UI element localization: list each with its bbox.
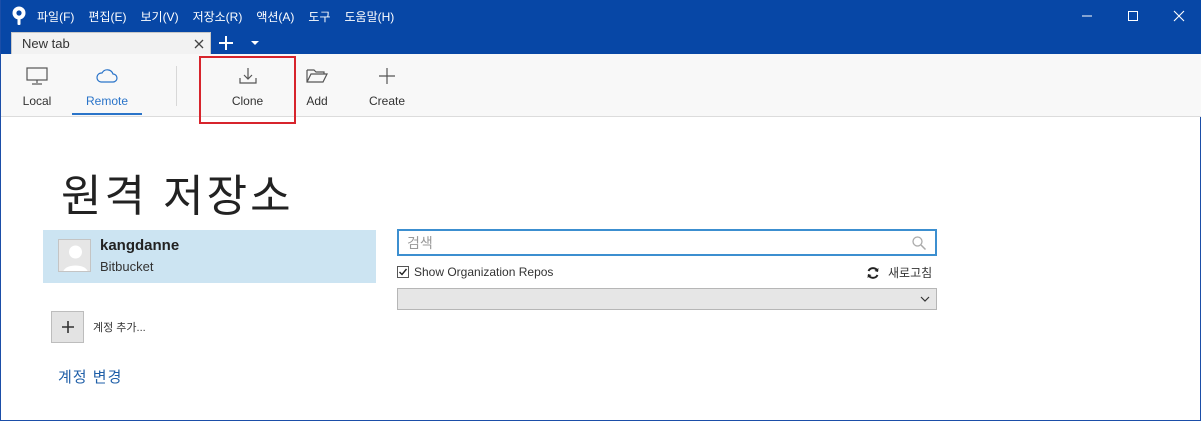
menu-view[interactable]: 보기(V) bbox=[140, 8, 178, 25]
menu-edit[interactable]: 편집(E) bbox=[88, 8, 126, 25]
close-window-button[interactable] bbox=[1156, 0, 1201, 32]
refresh-icon bbox=[867, 266, 879, 279]
menu-actions[interactable]: 액션(A) bbox=[256, 8, 294, 25]
menu-bar: 파일(F) 편집(E) 보기(V) 저장소(R) 액션(A) 도구 도움말(H) bbox=[37, 0, 408, 32]
show-org-repos-toggle[interactable]: Show Organization Repos bbox=[397, 265, 553, 279]
clone-button[interactable]: Clone bbox=[201, 54, 294, 116]
account-service: Bitbucket bbox=[100, 259, 154, 274]
tab-strip: New tab bbox=[1, 32, 1201, 54]
sourcetree-logo-icon bbox=[12, 6, 26, 25]
add-label: Add bbox=[306, 94, 328, 108]
maximize-icon bbox=[1128, 11, 1138, 21]
plus-icon bbox=[379, 68, 395, 84]
search-icon bbox=[912, 236, 927, 251]
add-account-button[interactable] bbox=[51, 311, 84, 343]
remote-label: Remote bbox=[85, 94, 129, 108]
show-org-repos-checkbox[interactable] bbox=[397, 266, 409, 278]
tab-label: New tab bbox=[22, 36, 70, 51]
search-box[interactable] bbox=[397, 229, 937, 256]
menu-repository[interactable]: 저장소(R) bbox=[193, 8, 243, 25]
tab-new[interactable]: New tab bbox=[11, 32, 211, 54]
remote-button[interactable]: Remote bbox=[72, 54, 142, 116]
add-button[interactable]: Add bbox=[297, 54, 337, 116]
title-bar: 파일(F) 편집(E) 보기(V) 저장소(R) 액션(A) 도구 도움말(H) bbox=[1, 0, 1201, 32]
folder-open-icon bbox=[306, 69, 328, 83]
search-input[interactable] bbox=[407, 231, 897, 254]
menu-help[interactable]: 도움말(H) bbox=[345, 8, 395, 25]
window-controls bbox=[1064, 0, 1201, 32]
page-title: 원격 저장소 bbox=[61, 172, 294, 221]
add-account-row[interactable]: 계정 추가... bbox=[51, 311, 146, 343]
add-account-label[interactable]: 계정 추가... bbox=[93, 319, 146, 335]
new-tab-icon[interactable] bbox=[217, 34, 235, 52]
create-button[interactable]: Create bbox=[367, 54, 407, 116]
change-account-link[interactable]: 계정 변경 bbox=[58, 366, 122, 387]
show-org-repos-label: Show Organization Repos bbox=[414, 265, 554, 279]
minimize-icon bbox=[1082, 15, 1092, 17]
app-window: 파일(F) 편집(E) 보기(V) 저장소(R) 액션(A) 도구 도움말(H)… bbox=[0, 0, 1201, 421]
avatar-placeholder-icon bbox=[63, 245, 88, 271]
tab-close-icon[interactable] bbox=[192, 37, 206, 51]
menu-tools[interactable]: 도구 bbox=[308, 8, 330, 25]
chevron-down-icon bbox=[920, 296, 930, 302]
toolbar: Local Remote Clone Add Create bbox=[1, 54, 1201, 117]
toolbar-divider bbox=[176, 66, 177, 106]
account-item[interactable]: kangdanne Bitbucket bbox=[43, 230, 376, 283]
avatar bbox=[58, 239, 91, 272]
monitor-icon bbox=[26, 67, 48, 85]
local-button[interactable]: Local bbox=[15, 54, 59, 116]
checkmark-icon bbox=[399, 268, 408, 276]
refresh-button[interactable]: 새로고침 bbox=[866, 264, 932, 281]
cloud-icon bbox=[96, 69, 118, 83]
download-icon bbox=[238, 68, 257, 84]
active-view-indicator bbox=[72, 113, 142, 115]
refresh-label: 새로고침 bbox=[888, 266, 933, 280]
clone-label: Clone bbox=[231, 94, 264, 108]
local-label: Local bbox=[22, 94, 52, 108]
close-icon bbox=[1173, 10, 1185, 22]
account-name: kangdanne bbox=[100, 237, 180, 254]
repo-filter-dropdown[interactable] bbox=[397, 288, 937, 310]
create-label: Create bbox=[368, 94, 406, 108]
maximize-button[interactable] bbox=[1110, 0, 1156, 32]
tab-list-chevron-icon[interactable] bbox=[249, 38, 261, 48]
menu-file[interactable]: 파일(F) bbox=[37, 8, 74, 25]
minimize-button[interactable] bbox=[1064, 0, 1110, 32]
plus-icon bbox=[61, 321, 74, 333]
